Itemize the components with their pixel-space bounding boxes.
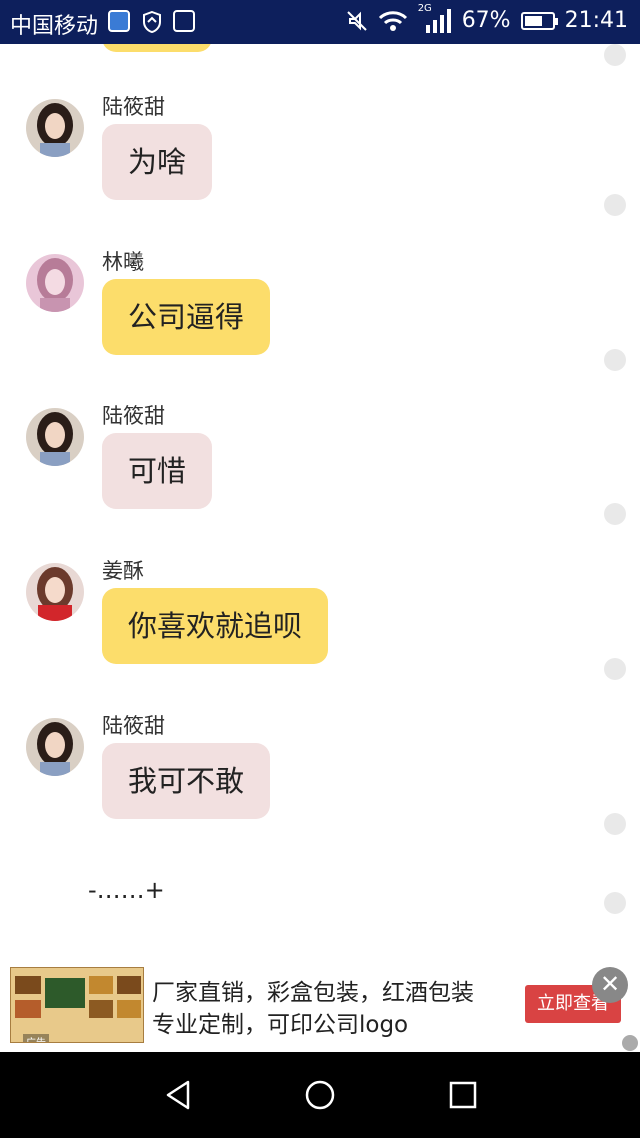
wifi-icon — [378, 10, 407, 31]
battery-percent: 67% — [461, 8, 511, 33]
sender-name: 林曦 — [102, 250, 144, 274]
shield-icon — [143, 11, 161, 33]
system-nav-bar — [0, 1052, 640, 1138]
avatar[interactable] — [26, 718, 84, 776]
chat-list[interactable]: 陆筱甜 为啥 林曦 公司逼得 陆筱甜 可惜 姜酥 你喜欢就追呗 陆筱甜 我可不敢 — [0, 44, 640, 959]
scroll-dot — [604, 44, 626, 66]
ad-tag: 广告 — [23, 1034, 49, 1042]
typing-indicator: -……+ — [88, 876, 165, 904]
back-icon[interactable] — [162, 1079, 194, 1111]
sender-name: 陆筱甜 — [102, 714, 165, 738]
sender-name: 姜酥 — [102, 559, 144, 583]
scroll-dot — [604, 194, 626, 216]
scroll-dot — [604, 349, 626, 371]
message-bubble[interactable]: 公司逼得 — [102, 279, 271, 355]
avatar[interactable] — [26, 563, 84, 621]
scroll-dot — [604, 813, 626, 835]
message-bubble[interactable]: 可惜 — [102, 433, 213, 509]
close-icon[interactable]: ✕ — [592, 967, 628, 1003]
message-bubble[interactable]: 你喜欢就追呗 — [102, 588, 329, 664]
clock: 21:41 — [564, 8, 628, 33]
scroll-dot — [604, 892, 626, 914]
mute-icon — [346, 10, 367, 31]
ad-subline: 专业定制，可印公司logo — [152, 1012, 409, 1038]
message-bubble[interactable]: 我可不敢 — [102, 743, 271, 819]
avatar[interactable] — [26, 254, 84, 312]
signal-icon: 2G — [418, 3, 452, 33]
battery-icon — [520, 11, 558, 30]
scroll-dot — [604, 503, 626, 525]
carrier-label: 中国移动 — [10, 14, 99, 39]
scroll-dot — [604, 658, 626, 680]
ad-headline: 厂家直销，彩盒包装，红酒包装 — [152, 980, 474, 1006]
ad-info-icon[interactable] — [622, 1035, 638, 1051]
image-icon — [173, 10, 195, 32]
previous-message-bubble — [102, 44, 212, 52]
sender-name: 陆筱甜 — [102, 95, 165, 119]
message-bubble[interactable]: 为啥 — [102, 124, 213, 200]
status-bar: 中国移动 2G 67% 21:41 — [0, 0, 640, 44]
avatar[interactable] — [26, 99, 84, 157]
ad-banner[interactable]: 广告 厂家直销，彩盒包装，红酒包装 专业定制，可印公司logo 立即查看 ✕ — [0, 959, 640, 1052]
sender-name: 陆筱甜 — [102, 404, 165, 428]
ad-image[interactable]: 广告 — [10, 967, 144, 1043]
recent-apps-icon[interactable] — [447, 1079, 479, 1111]
home-icon[interactable] — [304, 1079, 336, 1111]
avatar[interactable] — [26, 408, 84, 466]
app-notification-icon — [108, 10, 130, 32]
